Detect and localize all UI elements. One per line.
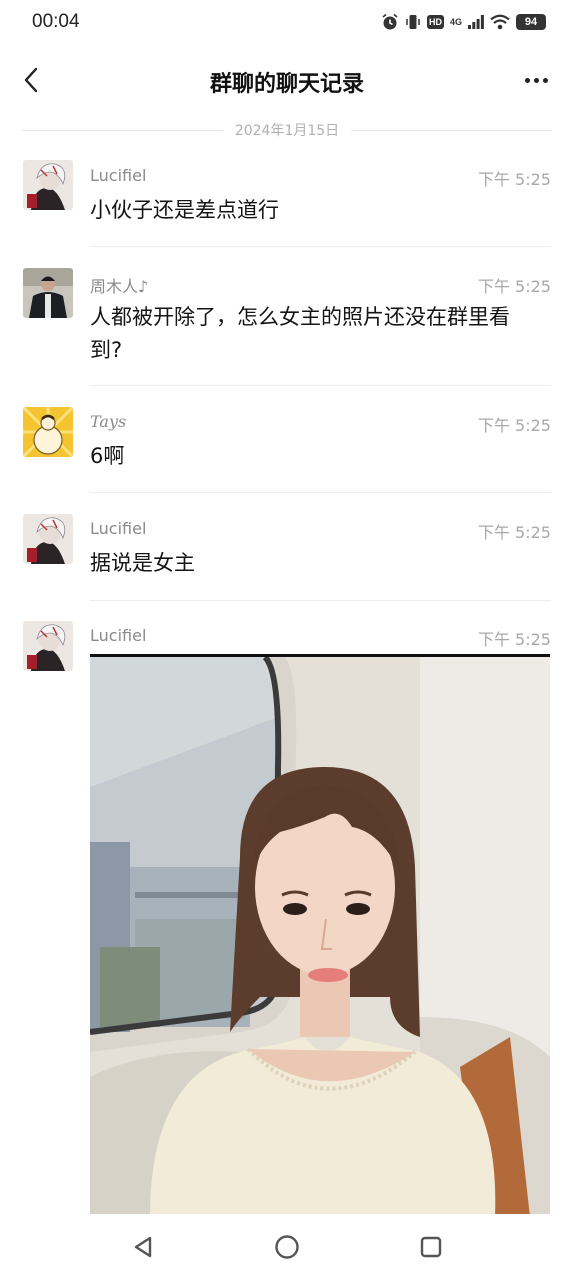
wifi-icon xyxy=(490,14,510,30)
sender-name: Lucifiel xyxy=(90,166,147,185)
message-separator xyxy=(90,385,551,386)
message-text: 据说是女主 xyxy=(90,551,195,575)
nav-back-icon xyxy=(134,1236,152,1258)
sender-name: Tays xyxy=(90,412,127,431)
navigation-bar xyxy=(0,1214,574,1280)
date-label: 2024年1月15日 xyxy=(234,123,340,139)
message-separator xyxy=(90,492,551,493)
nav-home-icon xyxy=(275,1235,299,1259)
sender-name: Lucifiel xyxy=(90,519,147,538)
nav-recents-button[interactable] xyxy=(416,1232,446,1262)
header: 群聊的聊天记录 xyxy=(0,52,574,108)
message-time: 下午 5:25 xyxy=(477,170,551,189)
avatar[interactable] xyxy=(23,621,73,671)
message-time: 下午 5:25 xyxy=(477,630,551,649)
divider-line xyxy=(351,129,553,131)
hd-icon: HD xyxy=(426,15,444,29)
sender-name: 周木人♪ xyxy=(90,277,149,296)
message-time: 下午 5:25 xyxy=(477,416,551,435)
nav-recents-icon xyxy=(420,1236,442,1258)
divider-line xyxy=(22,129,223,131)
sender-name: Lucifiel xyxy=(90,626,147,645)
message-text: 人都被开除了，怎么女主的照片还没在群里看到? xyxy=(90,305,510,362)
message-time: 下午 5:25 xyxy=(477,277,551,296)
photo-message[interactable] xyxy=(90,654,550,1214)
nav-home-button[interactable] xyxy=(272,1232,302,1262)
avatar[interactable] xyxy=(23,407,73,457)
more-dot xyxy=(542,77,548,83)
avatar[interactable] xyxy=(23,268,73,318)
page-title: 群聊的聊天记录 xyxy=(209,72,364,97)
battery-icon: 94 xyxy=(516,14,546,30)
status-time: 00:04 xyxy=(32,11,80,32)
message-separator xyxy=(90,600,551,601)
nav-back-button[interactable] xyxy=(128,1232,158,1262)
status-bar: 00:04 HD 4G 94 xyxy=(0,0,574,44)
signal-icon xyxy=(468,15,484,29)
status-icons: HD 4G 94 xyxy=(381,12,546,32)
avatar[interactable] xyxy=(23,160,73,210)
more-dot xyxy=(533,77,539,83)
network-type: 4G xyxy=(449,16,462,27)
avatar[interactable] xyxy=(23,514,73,564)
photo-image xyxy=(90,657,550,1214)
message-text: 小伙子还是差点道行 xyxy=(90,198,279,222)
message-text: 6啊 xyxy=(90,444,125,468)
message-time: 下午 5:25 xyxy=(477,523,551,542)
more-dot xyxy=(524,77,530,83)
vibrate-icon xyxy=(406,15,420,29)
date-divider: 2024年1月15日 xyxy=(22,118,553,142)
alarm-icon xyxy=(382,13,398,30)
message-separator xyxy=(90,246,551,247)
more-button[interactable] xyxy=(518,64,554,96)
